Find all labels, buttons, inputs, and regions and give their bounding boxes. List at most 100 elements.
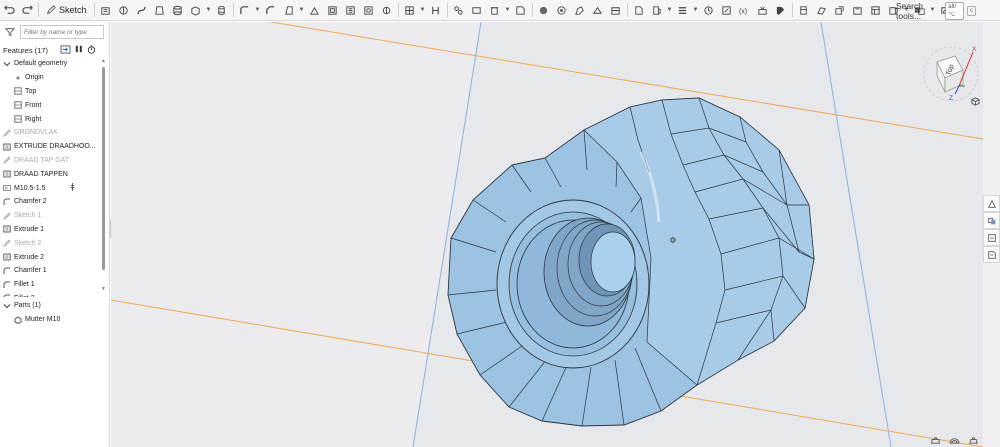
- shortcut-key: alt/⌥: [945, 1, 964, 20]
- chevron-down-icon[interactable]: ▼: [504, 1, 512, 19]
- delete-part-icon[interactable]: [486, 1, 504, 19]
- display-settings-icon[interactable]: [968, 436, 979, 445]
- bend-icon[interactable]: [849, 1, 867, 19]
- tree-item[interactable]: DRAAD TAPPEN: [0, 167, 101, 181]
- tree-item[interactable]: Front: [0, 98, 101, 112]
- svg-text:Th: Th: [4, 187, 8, 191]
- chamfer-icon[interactable]: [262, 1, 280, 19]
- sketch-button[interactable]: Sketch: [41, 1, 92, 19]
- pin-icon[interactable]: [70, 183, 75, 193]
- transform-icon[interactable]: [427, 1, 445, 19]
- split-icon[interactable]: [401, 1, 419, 19]
- tree-item[interactable]: DRAAD TAP GAT: [0, 154, 101, 168]
- appearance-icon[interactable]: [983, 195, 1000, 212]
- thicken-icon[interactable]: [169, 1, 187, 19]
- wrap-icon[interactable]: [512, 1, 530, 19]
- plane-icon[interactable]: [630, 1, 648, 19]
- cylinder-icon[interactable]: [213, 1, 231, 19]
- stopwatch-icon[interactable]: [87, 44, 96, 56]
- redo-icon[interactable]: [18, 1, 36, 19]
- tree-item[interactable]: GRONDVLAK: [0, 126, 101, 140]
- tree-item-label: Chamfer 1: [14, 267, 47, 275]
- projected-curve-icon[interactable]: [718, 1, 736, 19]
- extrude-icon[interactable]: [97, 1, 115, 19]
- chevron-down-icon[interactable]: ▼: [254, 1, 262, 19]
- thread-icon[interactable]: [360, 1, 378, 19]
- filter-row: [0, 22, 110, 42]
- part-item[interactable]: Mutter M10: [0, 313, 110, 327]
- pause-icon[interactable]: [75, 45, 83, 55]
- mass-properties-icon[interactable]: [983, 212, 1000, 229]
- chamfer-icon: [3, 198, 11, 206]
- chevron-down-icon[interactable]: ▼: [419, 1, 427, 19]
- rib-icon[interactable]: [306, 1, 324, 19]
- feature-tree-scrollbar[interactable]: ▲ ▼: [101, 58, 106, 296]
- offset-surface-icon[interactable]: [535, 1, 553, 19]
- tree-item[interactable]: Right: [0, 112, 101, 126]
- pattern-icon[interactable]: [450, 1, 468, 19]
- graphics-viewport[interactable]: Top X Z ▼: [111, 22, 983, 447]
- filter-icon[interactable]: [0, 22, 20, 42]
- point-icon[interactable]: [674, 1, 692, 19]
- fill-icon[interactable]: [553, 1, 571, 19]
- tree-item[interactable]: Fillet 1: [0, 278, 101, 292]
- scroll-thumb[interactable]: [102, 67, 105, 270]
- revolve-icon[interactable]: [115, 1, 133, 19]
- shell-icon[interactable]: [324, 1, 342, 19]
- view-options-dropdown[interactable]: ▼: [971, 97, 983, 106]
- tag-icon[interactable]: [772, 1, 790, 19]
- tree-item[interactable]: Extrude 2: [0, 250, 101, 264]
- tree-item[interactable]: Sketch 1: [0, 209, 101, 223]
- move-face-icon[interactable]: [571, 1, 589, 19]
- chamfer-icon: [3, 281, 11, 289]
- tree-item[interactable]: Th M10.5-1.5: [0, 181, 101, 195]
- measure-icon[interactable]: [983, 229, 1000, 246]
- form-icon[interactable]: [867, 1, 885, 19]
- view-cube[interactable]: Top X Z: [917, 34, 983, 120]
- chevron-down-icon[interactable]: ▼: [298, 1, 306, 19]
- loft-icon[interactable]: [151, 1, 169, 19]
- camera-icon[interactable]: [930, 436, 941, 445]
- mesh-icon[interactable]: [754, 1, 772, 19]
- chevron-down-icon[interactable]: [3, 302, 11, 310]
- hole-icon[interactable]: [342, 1, 360, 19]
- chevron-down-icon[interactable]: ▼: [666, 1, 674, 19]
- tree-item[interactable]: Default geometry: [0, 57, 101, 71]
- mirror-icon[interactable]: [468, 1, 486, 19]
- tree-item[interactable]: Top: [0, 85, 101, 99]
- modify-fillet-icon[interactable]: [607, 1, 625, 19]
- variable-icon[interactable]: (x): [736, 1, 754, 19]
- tab-icon[interactable]: [831, 1, 849, 19]
- undo-icon[interactable]: [0, 1, 18, 19]
- tree-item[interactable]: Origin: [0, 71, 101, 85]
- helix-icon[interactable]: [700, 1, 718, 19]
- parts-header[interactable]: Parts (1): [0, 299, 110, 313]
- tree-item[interactable]: Fillet 2: [0, 292, 101, 297]
- tree-item[interactable]: Sketch 2: [0, 236, 101, 250]
- sweep-icon[interactable]: [133, 1, 151, 19]
- render-mode-icon[interactable]: [949, 436, 960, 445]
- chevron-down-icon[interactable]: ▼: [205, 1, 213, 19]
- flange-icon[interactable]: [813, 1, 831, 19]
- rollback-icon[interactable]: [60, 44, 71, 56]
- tree-item[interactable]: Chamfer 2: [0, 195, 101, 209]
- scroll-down-icon[interactable]: ▼: [101, 286, 106, 292]
- boolean-icon[interactable]: [378, 1, 396, 19]
- replace-face-icon[interactable]: [589, 1, 607, 19]
- notes-icon[interactable]: [983, 246, 1000, 263]
- enclose-icon[interactable]: [187, 1, 205, 19]
- scroll-up-icon[interactable]: ▲: [101, 58, 106, 64]
- mate-connector-icon[interactable]: [648, 1, 666, 19]
- chevron-down-icon[interactable]: ▼: [692, 1, 700, 19]
- sheet-metal-icon[interactable]: [795, 1, 813, 19]
- toolbar-divider: [38, 3, 39, 17]
- filter-input[interactable]: [20, 25, 104, 39]
- tree-item[interactable]: Chamfer 1: [0, 264, 101, 278]
- sketch-icon: [3, 129, 11, 137]
- tree-item[interactable]: EXTRUDE DRAADHOO...: [0, 140, 101, 154]
- draft-icon[interactable]: [280, 1, 298, 19]
- fillet-icon[interactable]: [236, 1, 254, 19]
- chevron-down-icon[interactable]: [3, 60, 11, 68]
- search-tools[interactable]: Search tools... alt/⌥ c: [896, 1, 976, 21]
- tree-item[interactable]: Extrude 1: [0, 223, 101, 237]
